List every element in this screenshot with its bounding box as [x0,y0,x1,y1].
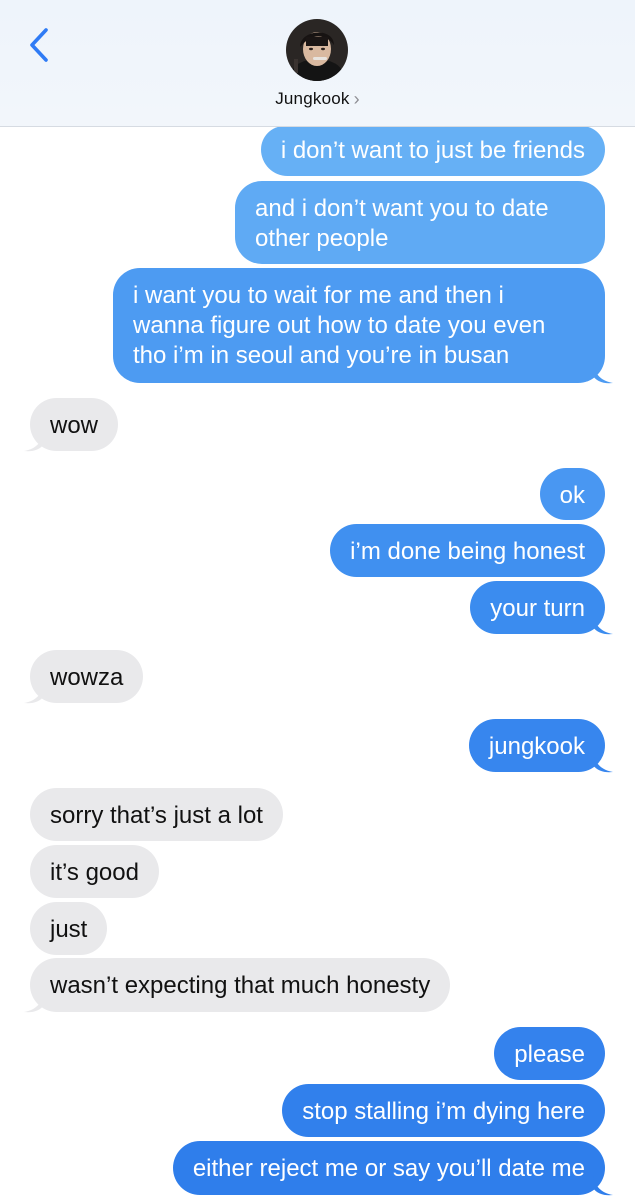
message-text: wasn’t expecting that much honesty [50,972,431,999]
chevron-left-icon [30,28,48,62]
received-message: wowza [30,650,144,703]
chevron-right-icon: › [353,89,360,109]
message-text: your turn [490,595,585,622]
sent-message: i don’t want to just be friends [260,126,605,176]
message-text-line: and i don’t want you to date [255,195,549,222]
bubble-tail [593,364,613,384]
received-message: just [30,902,108,955]
message-thread[interactable]: i don’t want to just be friends and i do… [0,0,635,1200]
sent-message: your turn [470,581,605,634]
received-message: it’s good [30,845,159,898]
conversation-header: Jungkook › [0,0,635,127]
sent-message: and i don’t want you to date other peopl… [235,181,605,264]
sent-message: either reject me or say you’ll date me [172,1141,605,1195]
bubble-tail [593,1176,613,1196]
message-text: please [514,1041,585,1068]
contact-name-button[interactable]: Jungkook › [0,88,635,109]
received-message: wasn’t expecting that much honesty [30,958,451,1012]
contact-name: Jungkook [275,89,350,108]
message-text: jungkook [488,733,585,760]
bubble-tail [24,684,44,704]
sent-message: ok [539,468,605,520]
message-text-line: i want you to wait for me and then i [133,282,504,309]
message-text-line: wanna figure out how to date you even [133,312,546,339]
message-text: either reject me or say you’ll date me [192,1155,585,1182]
message-text-line: tho i’m in seoul and you’re in busan [133,342,510,369]
message-text: i don’t want to just be friends [280,137,585,164]
message-text: sorry that’s just a lot [50,802,263,829]
received-message: sorry that’s just a lot [30,788,283,841]
sent-message: jungkook [468,719,605,772]
message-text: wow [50,412,99,439]
sent-message: i want you to wait for me and then i wan… [113,268,605,383]
bubble-tail [24,432,44,452]
message-text-line: other people [255,225,389,252]
message-text: wowza [50,664,124,691]
message-text: it’s good [50,859,139,886]
message-text: just [50,916,88,943]
bubble-tail [593,615,613,635]
message-text: i’m done being honest [350,538,585,565]
sent-message: stop stalling i’m dying here [282,1084,605,1137]
avatar[interactable] [286,19,348,81]
bubble-tail [593,753,613,773]
sent-message: please [494,1027,605,1080]
sent-message: i’m done being honest [330,524,605,577]
message-text: ok [559,482,585,509]
back-button[interactable] [22,24,58,68]
avatar-image [286,19,348,81]
bubble-tail [24,993,44,1013]
message-text: stop stalling i’m dying here [302,1098,585,1125]
